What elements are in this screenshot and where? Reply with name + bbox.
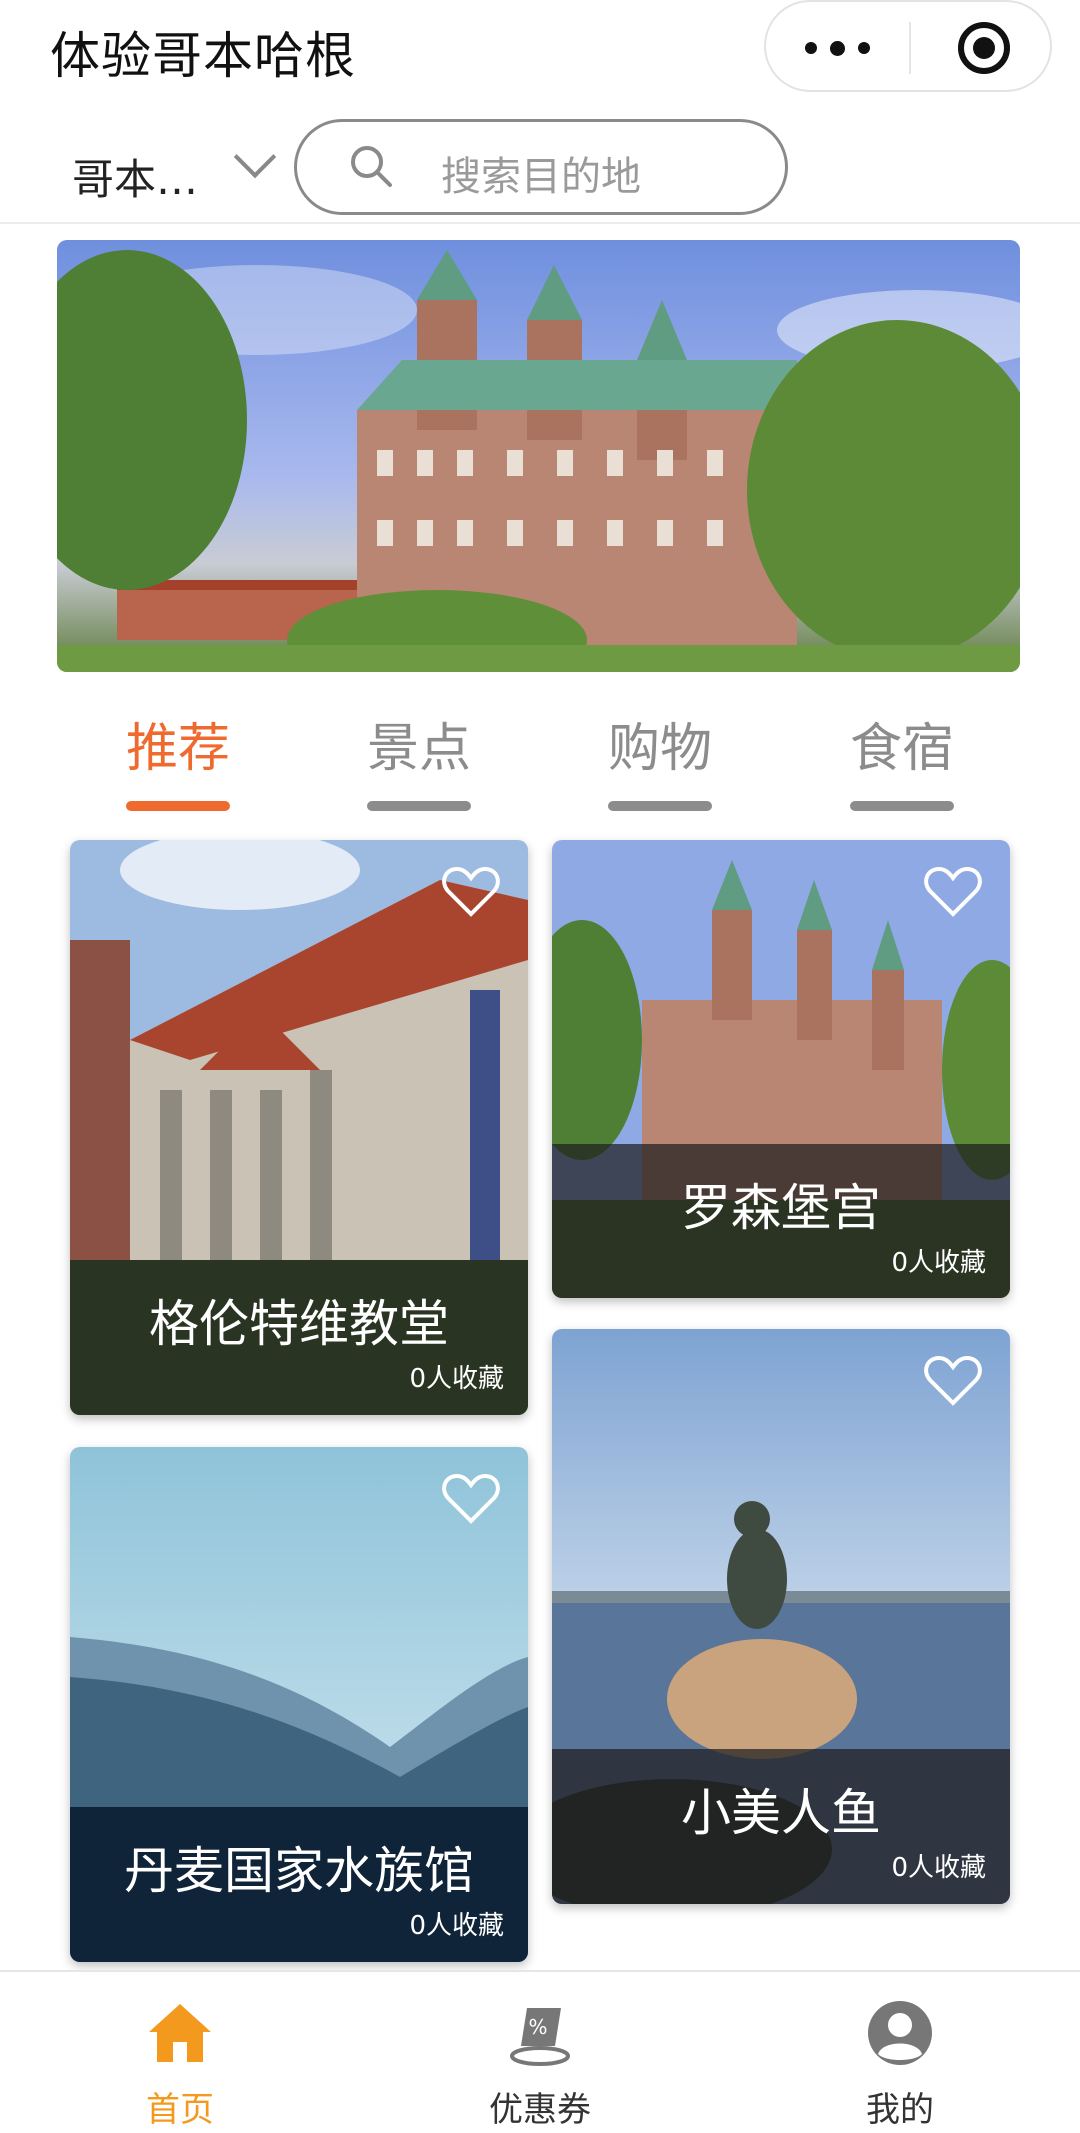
tabbar-item-home[interactable]: 首页 [100,1972,260,2133]
more-options-icon[interactable] [766,2,909,94]
chevron-down-icon[interactable] [233,135,277,179]
capsule-divider [909,22,911,74]
tab-indicator [367,801,471,811]
card-caption: 丹麦国家水族馆 0人收藏 [70,1807,528,1962]
favorite-count: 0人收藏 [409,1911,504,1941]
card-caption: 罗森堡宫 0人收藏 [552,1144,1010,1298]
heart-icon[interactable] [442,866,500,918]
tab-attractions[interactable]: 景点 [349,706,489,811]
close-target-icon[interactable] [958,22,1010,74]
tab-label: 推荐 [125,719,230,779]
favorite-count: 0人收藏 [891,1248,986,1278]
tab-label: 食宿 [849,719,954,779]
mini-program-capsule [764,0,1052,92]
heart-icon[interactable] [442,1473,500,1525]
tab-indicator [850,801,954,811]
tab-indicator [608,801,712,811]
card-title: 罗森堡宫 [681,1179,881,1237]
home-icon [149,2004,211,2062]
card-caption: 格伦特维教堂 0人收藏 [70,1260,528,1415]
tabbar-label: 首页 [146,2090,214,2130]
top-bar: 体验哥本哈根 [0,0,1080,100]
favorite-count: 0人收藏 [891,1853,986,1883]
coupon-icon: % [510,2008,570,2066]
search-icon [351,146,392,187]
favorite-count: 0人收藏 [409,1364,504,1394]
attraction-card-grundtvig-church[interactable]: 格伦特维教堂 0人收藏 [70,840,528,1415]
heart-icon[interactable] [924,866,982,918]
attraction-card-rosenborg-castle[interactable]: 罗森堡宫 0人收藏 [552,840,1010,1298]
page-title: 体验哥本哈根 [50,27,356,85]
castle-banner-image [57,250,1020,672]
search-placeholder: 搜索目的地 [441,154,641,200]
city-selector[interactable]: 哥本… [72,146,198,207]
tab-recommended[interactable]: 推荐 [108,706,248,811]
bottom-tab-bar: 首页 % 优惠券 我的 [0,1970,1080,2133]
card-title: 丹麦国家水族馆 [124,1842,474,1900]
user-icon [868,2001,932,2065]
hero-banner[interactable] [57,240,1020,672]
card-title: 格伦特维教堂 [149,1295,449,1353]
tab-indicator [126,801,230,811]
card-title: 小美人鱼 [681,1784,881,1842]
tabbar-label: 优惠券 [489,2090,591,2130]
card-caption: 小美人鱼 0人收藏 [552,1749,1010,1904]
tab-label: 景点 [366,719,471,779]
svg-text:%: % [528,2015,547,2039]
heart-icon[interactable] [924,1355,982,1407]
attraction-card-national-aquarium[interactable]: 丹麦国家水族馆 0人收藏 [70,1447,528,1962]
tab-shopping[interactable]: 购物 [590,706,730,811]
attraction-card-little-mermaid[interactable]: 小美人鱼 0人收藏 [552,1329,1010,1904]
search-input[interactable]: 搜索目的地 [294,119,788,215]
tabbar-item-coupons[interactable]: % 优惠券 [460,1972,620,2133]
tab-label: 购物 [607,719,712,779]
tab-food-lodging[interactable]: 食宿 [832,706,972,811]
search-row: 哥本… 搜索目的地 [0,100,1080,224]
tabbar-label: 我的 [866,2090,934,2130]
category-tabs: 推荐 景点 购物 食宿 [0,706,1080,816]
tabbar-item-profile[interactable]: 我的 [820,1972,980,2133]
